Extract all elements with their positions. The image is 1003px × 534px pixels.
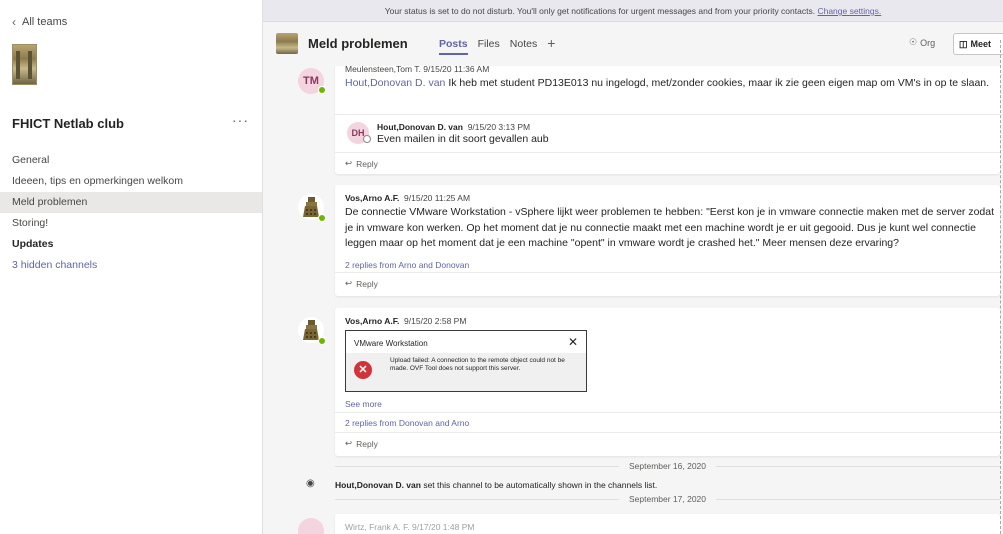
tab-posts[interactable]: Posts	[439, 38, 468, 55]
team-name: FHICT Netlab club	[12, 116, 124, 131]
dialog-body: ✕ Upload failed: A connection to the rem…	[346, 353, 586, 391]
replies-link[interactable]: 2 replies from Arno and Donovan	[345, 260, 469, 270]
channel-tabs: Posts Files Notes +	[439, 35, 555, 55]
channel-list: General Ideeen, tips en opmerkingen welk…	[0, 150, 262, 276]
reply-arrow-icon: ↩	[345, 278, 353, 288]
post-author: Vos,Arno A.F.	[345, 193, 400, 203]
channel-storing[interactable]: Storing!	[0, 213, 262, 234]
video-camera-icon: ◫	[959, 38, 968, 49]
reply-label: Reply	[356, 438, 378, 449]
more-options-icon[interactable]: ···	[232, 112, 249, 128]
post-text: Hout,Donovan D. van Ik heb met student P…	[345, 76, 995, 92]
channel-updates[interactable]: Updates	[0, 234, 262, 255]
replies-link[interactable]: 2 replies from Donovan and Arno	[345, 418, 469, 428]
org-label: Org	[920, 37, 936, 48]
presence-available-icon	[318, 86, 326, 94]
post-author: Vos,Arno A.F.	[345, 316, 400, 326]
dialog-title: VMware Workstation	[354, 339, 428, 348]
reply-text: Even mailen in dit soort gevallen aub	[377, 133, 549, 145]
post-tom: Meulensteen,Tom T. 9/15/20 11:36 AM Hout…	[335, 66, 1000, 174]
reply-button[interactable]: ↩ Reply	[345, 278, 378, 289]
chevron-left-icon: ‹	[12, 15, 16, 29]
hidden-channels-link[interactable]: 3 hidden channels	[0, 255, 262, 276]
org-icon: ☉	[909, 37, 918, 47]
presence-offline-icon	[363, 135, 371, 143]
date-separator: September 17, 2020	[335, 494, 1000, 504]
separator-line	[716, 498, 1000, 500]
post-arno-upload: Vos,Arno A.F. 9/15/20 2:58 PM VMware Wor…	[335, 308, 1000, 456]
post-text: De connectie VMware Workstation - vSpher…	[345, 206, 995, 249]
team-sidebar: ‹ All teams FHICT Netlab club ··· Genera…	[0, 0, 263, 534]
message-feed[interactable]: TM Meulensteen,Tom T. 9/15/20 11:36 AM H…	[263, 66, 1000, 534]
channel-general[interactable]: General	[0, 150, 262, 171]
divider	[335, 412, 1000, 413]
divider	[335, 114, 1000, 115]
presence-available-icon	[318, 337, 326, 345]
all-teams-label: All teams	[22, 16, 68, 28]
separator-line	[335, 498, 619, 500]
system-event: Hout,Donovan D. van set this channel to …	[335, 480, 657, 490]
post-arno-vmware: Vos,Arno A.F. 9/15/20 11:25 AM De connec…	[335, 185, 1000, 296]
event-text: set this channel to be automatically sho…	[420, 480, 658, 490]
post-meta: Meulensteen,Tom T. 9/15/20 11:36 AM	[345, 66, 490, 74]
post-meta-partial: Wirtz, Frank A. F. 9/17/20 1:48 PM	[345, 522, 475, 532]
channel-meld-problemen[interactable]: Meld problemen	[0, 192, 262, 213]
reply-button[interactable]: ↩ Reply	[345, 158, 378, 169]
see-more-link[interactable]: See more	[345, 399, 382, 409]
separator-line	[335, 465, 619, 467]
status-banner: Your status is set to do not disturb. Yo…	[263, 0, 1003, 22]
post-time: 9/15/20 11:25 AM	[404, 193, 471, 203]
error-screenshot[interactable]: VMware Workstation ✕ ✕ Upload failed: A …	[345, 330, 587, 392]
reply-label: Reply	[356, 278, 378, 289]
channel-title: Meld problemen	[308, 36, 408, 51]
divider	[335, 432, 1000, 433]
reply-time: 9/15/20 3:13 PM	[467, 122, 531, 132]
reply-arrow-icon: ↩	[345, 438, 353, 448]
separator-line	[716, 465, 1000, 467]
all-teams-link[interactable]: ‹ All teams	[12, 15, 67, 29]
page-edge-marker	[1000, 40, 1001, 534]
eye-icon: ◉	[306, 478, 315, 489]
post-meta: Vos,Arno A.F. 9/15/20 2:58 PM	[345, 316, 466, 326]
dialog-error-text: Upload failed: A connection to the remot…	[390, 357, 565, 372]
reply-label: Reply	[356, 158, 378, 169]
add-tab-icon[interactable]: +	[547, 35, 555, 55]
reply-author: Hout,Donovan D. van	[377, 122, 463, 132]
divider	[335, 152, 1000, 153]
post-meta: Vos,Arno A.F. 9/15/20 11:25 AM	[345, 193, 470, 203]
channel-avatar	[276, 33, 298, 54]
meet-label: Meet	[970, 39, 992, 49]
event-author: Hout,Donovan D. van	[335, 480, 421, 490]
post-time: 9/15/20 2:58 PM	[404, 316, 467, 326]
post-body: Ik heb met student PD13E013 nu ingelogd,…	[445, 77, 990, 89]
close-icon: ✕	[568, 335, 579, 349]
mention-donovan[interactable]: Hout,Donovan D. van	[345, 77, 445, 89]
reply-button[interactable]: ↩ Reply	[345, 438, 378, 449]
tab-notes[interactable]: Notes	[510, 38, 537, 55]
date-label: September 16, 2020	[628, 461, 707, 471]
date-label: September 17, 2020	[628, 494, 707, 504]
banner-text: Your status is set to do not disturb. Yo…	[384, 6, 816, 16]
reply-meta: Hout,Donovan D. van 9/15/20 3:13 PM	[377, 122, 530, 132]
meet-button[interactable]: ◫ Meet	[953, 33, 1003, 55]
org-button[interactable]: ☉ Org	[909, 37, 935, 48]
team-picture	[12, 44, 37, 85]
avatar-partial[interactable]	[298, 518, 324, 534]
tab-files[interactable]: Files	[478, 38, 500, 55]
channel-ideeen[interactable]: Ideeen, tips en opmerkingen welkom	[0, 171, 262, 192]
change-settings-link[interactable]: Change settings.	[817, 6, 881, 16]
divider	[335, 272, 1000, 273]
reply-arrow-icon: ↩	[345, 158, 353, 168]
post-partial: Wirtz, Frank A. F. 9/17/20 1:48 PM	[335, 514, 1000, 534]
error-icon: ✕	[354, 361, 372, 379]
channel-header: Meld problemen Posts Files Notes + ☉ Org…	[263, 22, 1003, 66]
date-separator: September 16, 2020	[335, 461, 1000, 471]
presence-available-icon	[318, 214, 326, 222]
